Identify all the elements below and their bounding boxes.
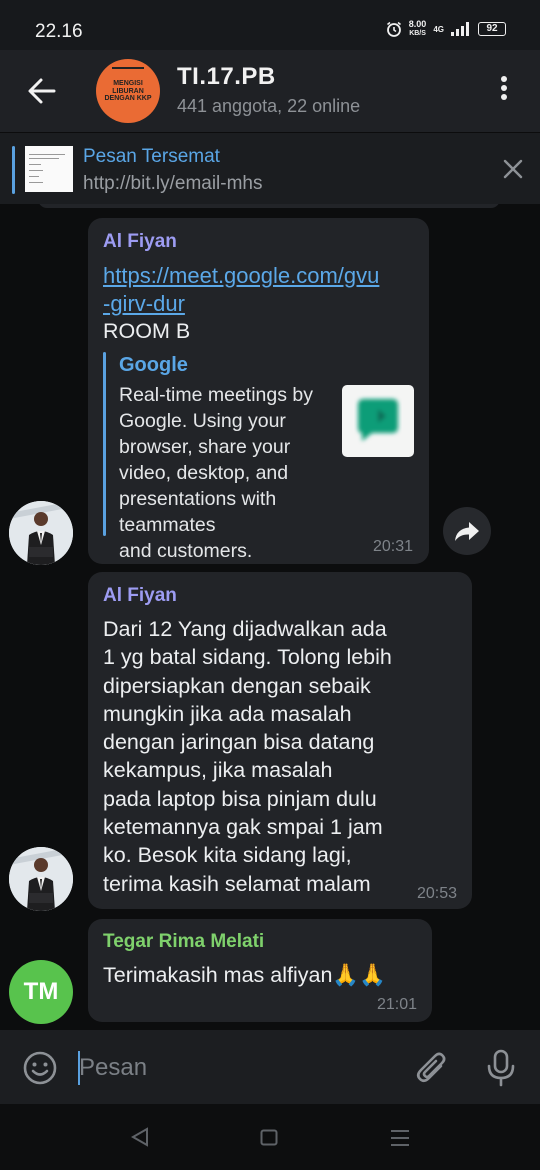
link-preview-description: Real-time meetings by Google. Using your… <box>119 384 313 562</box>
chat-area[interactable]: Al Fiyan https://meet.google.com/gvu -gi… <box>0 204 540 1030</box>
message-sender[interactable]: Tegar Rima Melati <box>103 931 264 953</box>
share-button[interactable] <box>443 507 491 555</box>
dot-icon <box>501 94 507 100</box>
member-count: 441 anggota, 22 online <box>177 96 361 116</box>
system-nav-bar <box>0 1104 540 1170</box>
google-meet-thumbnail[interactable] <box>342 385 414 457</box>
nav-back-button[interactable] <box>129 1126 151 1148</box>
message-link[interactable]: https://meet.google.com/gvu -girv-dur <box>103 262 379 318</box>
pinned-message[interactable]: Pesan Tersemat http://bit.ly/email-mhs <box>0 132 540 204</box>
message-time: 20:53 <box>417 885 458 902</box>
google-meet-icon <box>358 399 398 441</box>
link-preview-site[interactable]: Google <box>119 354 188 377</box>
sender-avatar[interactable]: TM <box>9 960 73 1024</box>
pinned-accent-bar <box>12 146 15 194</box>
status-bar: 22.16 8.00 KB/S 4G 92 <box>0 0 540 50</box>
user-photo-icon <box>9 847 73 911</box>
battery-indicator: 92 <box>478 22 506 36</box>
pinned-thumbnail <box>25 146 73 192</box>
previous-message-bubble <box>38 204 500 208</box>
smiley-icon <box>23 1051 57 1085</box>
chat-header: MENGISI LIBURAN DENGAN KKP TI.17.PB 441 … <box>0 50 540 132</box>
triangle-back-icon <box>130 1127 148 1147</box>
message-text: Terimakasih mas alfiyan🙏🙏 <box>103 963 386 987</box>
close-pinned-button[interactable] <box>501 157 525 181</box>
sender-avatar[interactable] <box>9 847 73 911</box>
message-text: Dari 12 Yang dijadwalkan ada 1 yg batal … <box>103 617 392 896</box>
message-text: ROOM B <box>103 319 191 343</box>
more-menu-button[interactable] <box>497 76 511 106</box>
close-icon <box>503 159 523 179</box>
nav-recent-button[interactable] <box>390 1129 410 1147</box>
message-sender[interactable]: Al Fiyan <box>103 231 177 253</box>
back-button[interactable] <box>27 77 57 105</box>
chat-title[interactable]: TI.17.PB <box>177 63 276 91</box>
back-arrow-icon <box>28 78 56 104</box>
link-preview-bar <box>103 352 106 536</box>
microphone-icon <box>487 1049 515 1087</box>
network-speed: 8.00 KB/S <box>408 19 427 38</box>
status-time: 22.16 <box>35 21 83 42</box>
network-type: 4G <box>433 24 444 34</box>
dot-icon <box>501 85 507 91</box>
pinned-title: Pesan Tersemat <box>83 146 220 167</box>
forward-icon <box>455 522 479 541</box>
status-icons: 8.00 KB/S 4G 92 <box>386 20 506 38</box>
message-input[interactable] <box>79 1049 379 1087</box>
attach-button[interactable] <box>414 1049 450 1087</box>
menu-lines-icon <box>391 1130 409 1146</box>
signal-icon <box>451 22 469 36</box>
sender-avatar[interactable] <box>9 501 73 565</box>
message-sender[interactable]: Al Fiyan <box>103 585 177 607</box>
message-input-bar <box>0 1030 540 1104</box>
nav-home-button[interactable] <box>260 1129 278 1146</box>
alarm-icon <box>386 21 401 37</box>
emoji-button[interactable] <box>22 1050 58 1086</box>
square-home-icon <box>260 1129 278 1146</box>
paperclip-icon <box>416 1052 446 1083</box>
message-time: 20:31 <box>373 538 414 555</box>
group-avatar-text: MENGISI LIBURAN DENGAN KKP <box>104 80 152 102</box>
pinned-text: http://bit.ly/email-mhs <box>83 173 263 194</box>
group-avatar[interactable]: MENGISI LIBURAN DENGAN KKP <box>96 59 160 123</box>
message-time: 21:01 <box>377 996 418 1013</box>
dot-icon <box>501 76 507 82</box>
user-photo-icon <box>9 501 73 565</box>
microphone-button[interactable] <box>484 1049 518 1087</box>
